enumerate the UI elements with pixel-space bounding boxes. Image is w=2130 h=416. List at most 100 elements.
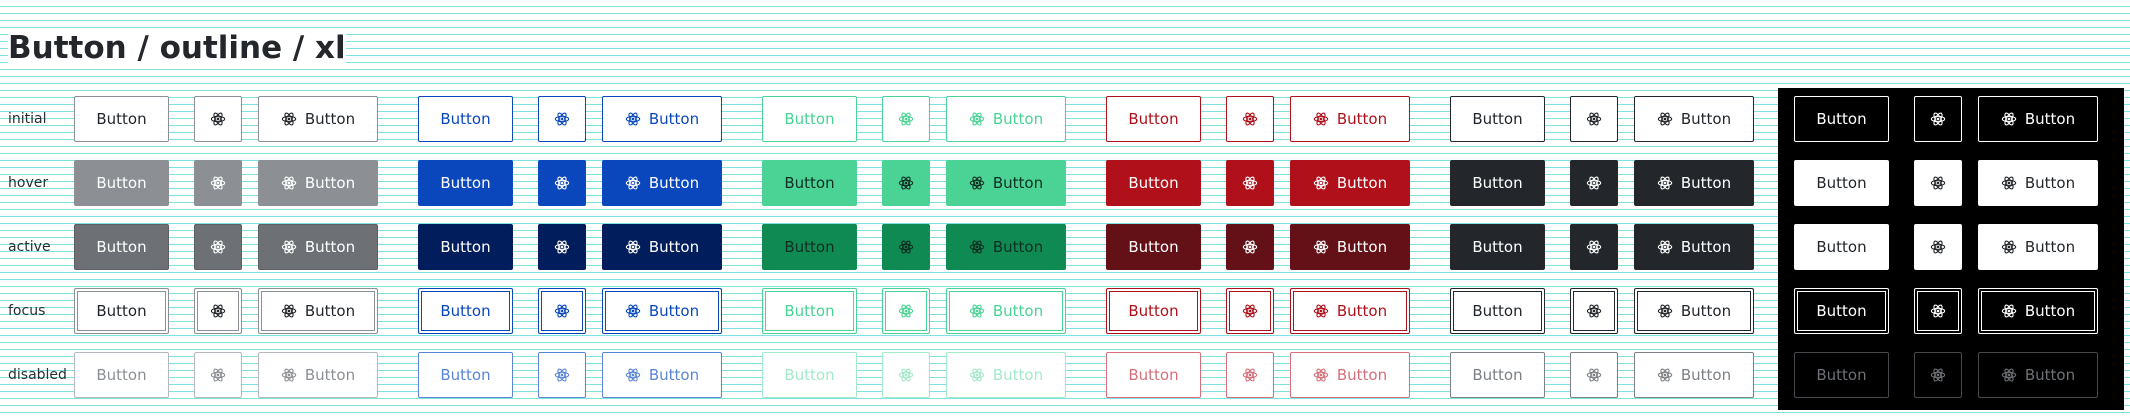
neutral-focus-icon-button[interactable]: [194, 288, 242, 334]
dark-disabled-icon-button[interactable]: [1570, 352, 1618, 398]
neutral-disabled-button[interactable]: Button: [74, 352, 169, 398]
danger-hover-button[interactable]: Button: [1106, 160, 1201, 206]
success-initial-button[interactable]: Button: [762, 96, 857, 142]
light-hover-icon-button[interactable]: [1914, 160, 1962, 206]
dark-disabled-button[interactable]: Button: [1450, 352, 1545, 398]
success-active-icon-button[interactable]: [882, 224, 930, 270]
primary-initial-button[interactable]: Button: [418, 96, 513, 142]
success-hover-icon-label-button[interactable]: Button: [946, 160, 1066, 206]
danger-disabled-icon-button[interactable]: [1226, 352, 1274, 398]
light-initial-button[interactable]: Button: [1794, 96, 1889, 142]
dark-hover-button[interactable]: Button: [1450, 160, 1545, 206]
dark-active-icon-label-button[interactable]: Button: [1634, 224, 1754, 270]
primary-disabled-icon-label-button[interactable]: Button: [602, 352, 722, 398]
button-label: Button: [1336, 110, 1388, 128]
light-hover-icon-label-button[interactable]: Button: [1978, 160, 2098, 206]
primary-hover-icon-button[interactable]: [538, 160, 586, 206]
success-initial-icon-label-button[interactable]: Button: [946, 96, 1066, 142]
success-focus-icon-label-button[interactable]: Button: [946, 288, 1066, 334]
danger-active-icon-label-button[interactable]: Button: [1290, 224, 1410, 270]
dark-hover-icon-button[interactable]: [1570, 160, 1618, 206]
button-label: Button: [96, 302, 147, 320]
primary-active-icon-label-button[interactable]: Button: [602, 224, 722, 270]
neutral-disabled-icon-button[interactable]: [194, 352, 242, 398]
success-disabled-icon-button[interactable]: [882, 352, 930, 398]
neutral-focus-button[interactable]: Button: [74, 288, 169, 334]
danger-hover-icon-label-button[interactable]: Button: [1290, 160, 1410, 206]
light-active-icon-label-button[interactable]: Button: [1978, 224, 2098, 270]
light-active-icon-button[interactable]: [1914, 224, 1962, 270]
light-focus-icon-label-button[interactable]: Button: [1978, 288, 2098, 334]
neutral-disabled-icon-label-button[interactable]: Button: [258, 352, 378, 398]
danger-active-button[interactable]: Button: [1106, 224, 1201, 270]
danger-hover-icon-button[interactable]: [1226, 160, 1274, 206]
danger-initial-icon-button[interactable]: [1226, 96, 1274, 142]
neutral-hover-icon-button[interactable]: [194, 160, 242, 206]
danger-disabled-icon-label-button[interactable]: Button: [1290, 352, 1410, 398]
primary-focus-icon-label-button[interactable]: Button: [602, 288, 722, 334]
success-initial-icon-button[interactable]: [882, 96, 930, 142]
danger-focus-icon-label-button[interactable]: Button: [1290, 288, 1410, 334]
primary-initial-icon-label-button[interactable]: Button: [602, 96, 722, 142]
primary-hover-icon-label-button[interactable]: Button: [602, 160, 722, 206]
primary-active-icon-button[interactable]: [538, 224, 586, 270]
primary-active-button[interactable]: Button: [418, 224, 513, 270]
button-label: Button: [648, 302, 700, 320]
neutral-active-icon-button[interactable]: [194, 224, 242, 270]
light-disabled-button[interactable]: Button: [1794, 352, 1889, 398]
dark-disabled-icon-label-button[interactable]: Button: [1634, 352, 1754, 398]
success-focus-button[interactable]: Button: [762, 288, 857, 334]
dark-initial-button[interactable]: Button: [1450, 96, 1545, 142]
dark-focus-button[interactable]: Button: [1450, 288, 1545, 334]
success-focus-icon-button[interactable]: [882, 288, 930, 334]
success-disabled-button[interactable]: Button: [762, 352, 857, 398]
atom-icon: [1930, 176, 1946, 190]
primary-focus-button[interactable]: Button: [418, 288, 513, 334]
success-hover-button[interactable]: Button: [762, 160, 857, 206]
dark-focus-icon-button[interactable]: [1570, 288, 1618, 334]
light-focus-button[interactable]: Button: [1794, 288, 1889, 334]
dark-active-icon-button[interactable]: [1570, 224, 1618, 270]
danger-active-icon-button[interactable]: [1226, 224, 1274, 270]
dark-hover-icon-label-button[interactable]: Button: [1634, 160, 1754, 206]
danger-focus-button[interactable]: Button: [1106, 288, 1201, 334]
success-disabled-icon-label-button[interactable]: Button: [946, 352, 1066, 398]
light-disabled-icon-button[interactable]: [1914, 352, 1962, 398]
danger-focus-icon-button[interactable]: [1226, 288, 1274, 334]
success-active-button[interactable]: Button: [762, 224, 857, 270]
neutral-active-button[interactable]: Button: [74, 224, 169, 270]
light-disabled-icon-label-button[interactable]: Button: [1978, 352, 2098, 398]
light-hover-button[interactable]: Button: [1794, 160, 1889, 206]
neutral-active-icon-label-button[interactable]: Button: [258, 224, 378, 270]
light-initial-icon-label-button[interactable]: Button: [1978, 96, 2098, 142]
neutral-hover-icon-label-button[interactable]: Button: [258, 160, 378, 206]
success-active-icon-label-button[interactable]: Button: [946, 224, 1066, 270]
neutral-focus-icon-label-button[interactable]: Button: [258, 288, 378, 334]
light-active-button[interactable]: Button: [1794, 224, 1889, 270]
light-initial-icon-button[interactable]: [1914, 96, 1962, 142]
neutral-initial-icon-button[interactable]: [194, 96, 242, 142]
dark-active-button[interactable]: Button: [1450, 224, 1545, 270]
atom-icon: [1242, 240, 1258, 254]
danger-initial-button[interactable]: Button: [1106, 96, 1201, 142]
dark-focus-icon-label-button[interactable]: Button: [1634, 288, 1754, 334]
light-focus-icon-button[interactable]: [1914, 288, 1962, 334]
atom-icon: [1313, 176, 1329, 190]
button-label: Button: [1472, 238, 1523, 256]
atom-icon: [281, 176, 297, 190]
primary-hover-button[interactable]: Button: [418, 160, 513, 206]
danger-disabled-button[interactable]: Button: [1106, 352, 1201, 398]
button-label: Button: [1472, 366, 1523, 384]
danger-initial-icon-label-button[interactable]: Button: [1290, 96, 1410, 142]
neutral-initial-icon-label-button[interactable]: Button: [258, 96, 378, 142]
success-hover-icon-button[interactable]: [882, 160, 930, 206]
button-label: Button: [1336, 366, 1388, 384]
primary-focus-icon-button[interactable]: [538, 288, 586, 334]
dark-initial-icon-button[interactable]: [1570, 96, 1618, 142]
neutral-initial-button[interactable]: Button: [74, 96, 169, 142]
primary-disabled-icon-button[interactable]: [538, 352, 586, 398]
primary-initial-icon-button[interactable]: [538, 96, 586, 142]
dark-initial-icon-label-button[interactable]: Button: [1634, 96, 1754, 142]
neutral-hover-button[interactable]: Button: [74, 160, 169, 206]
primary-disabled-button[interactable]: Button: [418, 352, 513, 398]
